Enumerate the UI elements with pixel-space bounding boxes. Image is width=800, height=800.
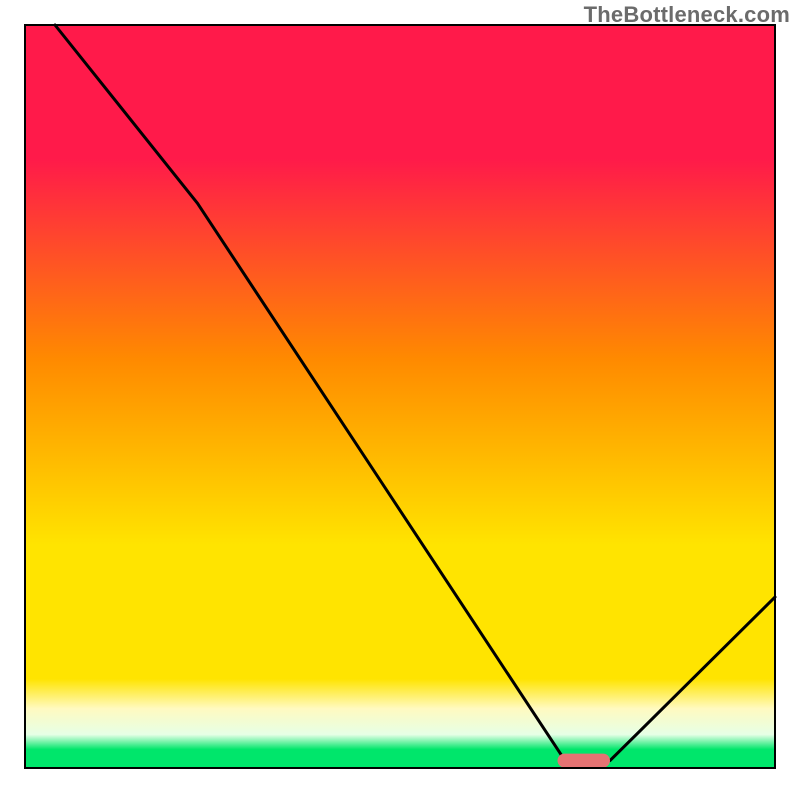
chart-container: TheBottleneck.com — [0, 0, 800, 800]
watermark-text: TheBottleneck.com — [584, 2, 790, 28]
bottleneck-curve-chart — [0, 0, 800, 800]
optimal-range-marker — [558, 754, 611, 768]
plot-gradient-background — [25, 25, 775, 768]
